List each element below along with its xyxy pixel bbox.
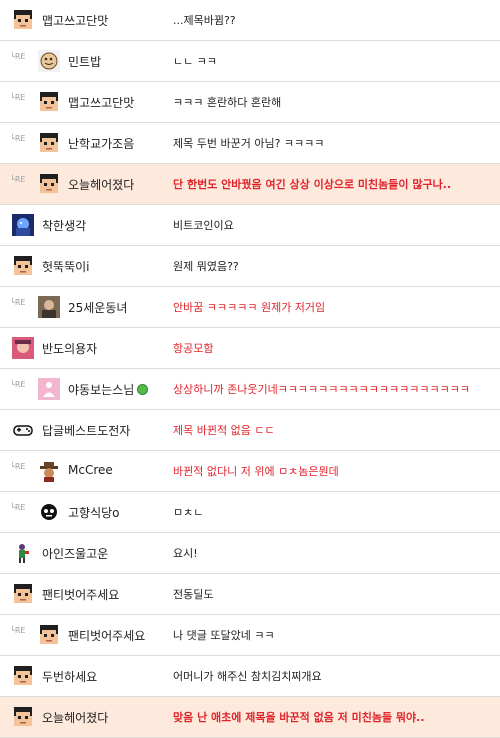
- comment-row: 두번하세요 어머니가 해주신 참치김치찌개요: [0, 656, 500, 697]
- comment-author[interactable]: 맵고쓰고단맛: [42, 12, 108, 29]
- comment-author[interactable]: 야동보는스님: [68, 381, 149, 398]
- reply-arrow-icon: └RE: [10, 52, 26, 61]
- avatar[interactable]: [38, 296, 60, 318]
- avatar[interactable]: [12, 9, 34, 31]
- comment-row: 팬티벗어주세요 전동딜도: [0, 574, 500, 615]
- comment-author[interactable]: 두번하세요: [42, 668, 97, 685]
- comment-text: 나 댓글 또달았네 ㅋㅋ: [173, 629, 275, 642]
- comment-row: └RE 민트밥 ㄴㄴ ㅋㅋ: [0, 41, 500, 82]
- avatar[interactable]: [12, 214, 34, 236]
- comment-author[interactable]: 착한생각: [42, 217, 86, 234]
- comment-author[interactable]: 답글베스트도전자: [42, 422, 130, 439]
- comment-text: 안바꿈 ㅋㅋㅋㅋㅋ 원제가 저거임: [173, 301, 326, 314]
- reply-arrow-icon: └RE: [10, 134, 26, 143]
- comment-text: ㅋㅋㅋ 혼란하다 혼란해: [173, 96, 282, 109]
- comment-author[interactable]: 오늘헤어졌다: [68, 176, 134, 193]
- comment-author[interactable]: 맵고쓰고단맛: [68, 94, 134, 111]
- comment-row: 헛뚝뚝이i 원제 뭐였음??: [0, 246, 500, 287]
- reply-arrow-icon: └RE: [10, 380, 26, 389]
- avatar[interactable]: [12, 255, 34, 277]
- avatar[interactable]: [12, 419, 34, 441]
- comment-row: └RE 팬티벗어주세요 나 댓글 또달았네 ㅋㅋ: [0, 615, 500, 656]
- comment-author[interactable]: 팬티벗어주세요: [68, 627, 145, 644]
- comment-text: 단 한번도 안바꿨음 여긴 상상 이상으로 미친놈들이 많구나..: [173, 178, 452, 191]
- comment-text: 제목 바뀐적 없음 ㄷㄷ: [173, 424, 275, 437]
- comment-text: 전동딜도: [173, 588, 214, 601]
- comment-row: └RE 난학교가조음 제목 두번 바꾼거 아님? ㅋㅋㅋㅋ: [0, 123, 500, 164]
- comment-row: └RE McCree 바뀐적 없다니 저 위에 ㅁㅊ놈은뭔데: [0, 451, 500, 492]
- comment-author[interactable]: 오늘헤어졌다: [42, 709, 108, 726]
- reply-arrow-icon: └RE: [10, 626, 26, 635]
- avatar[interactable]: [12, 337, 34, 359]
- reply-arrow-icon: └RE: [10, 503, 26, 512]
- avatar[interactable]: [12, 665, 34, 687]
- comment-text: ㅁㅊㄴ: [173, 506, 204, 519]
- comment-author[interactable]: 25세운동녀: [68, 299, 127, 316]
- comment-text: 원제 뭐였음??: [173, 260, 239, 273]
- avatar[interactable]: [38, 50, 60, 72]
- comment-row: 맵고쓰고단맛 ...제목바뀜??: [0, 0, 500, 41]
- avatar[interactable]: [38, 460, 60, 482]
- comment-author[interactable]: 민트밥: [68, 53, 101, 70]
- comment-row: └RE 25세운동녀 안바꿈 ㅋㅋㅋㅋㅋ 원제가 저거임: [0, 287, 500, 328]
- comment-author[interactable]: 팬티벗어주세요: [42, 586, 119, 603]
- comment-text: 요시!: [173, 547, 198, 560]
- comment-text: 제목 두번 바꾼거 아님? ㅋㅋㅋㅋ: [173, 137, 325, 150]
- avatar[interactable]: [12, 706, 34, 728]
- comment-text: 바뀐적 없다니 저 위에 ㅁㅊ놈은뭔데: [173, 465, 339, 478]
- comment-text: 상상하니까 존나웃기네ㅋㅋㅋㅋㅋㅋㅋㅋㅋㅋㅋㅋㅋㅋㅋㅋㅋㅋㅋ: [173, 383, 470, 396]
- comment-row: └RE 고향식당o ㅁㅊㄴ: [0, 492, 500, 533]
- comment-row: └RE 맵고쓰고단맛 ㅋㅋㅋ 혼란하다 혼란해: [0, 82, 500, 123]
- comment-author[interactable]: 반도의용자: [42, 340, 97, 357]
- comment-row: 아인즈울고운 요시!: [0, 533, 500, 574]
- avatar[interactable]: [38, 173, 60, 195]
- reply-arrow-icon: └RE: [10, 462, 26, 471]
- comment-row: └RE 야동보는스님 상상하니까 존나웃기네ㅋㅋㅋㅋㅋㅋㅋㅋㅋㅋㅋㅋㅋㅋㅋㅋㅋㅋㅋ: [0, 369, 500, 410]
- comment-row: 답글베스트도전자 제목 바뀐적 없음 ㄷㄷ: [0, 410, 500, 451]
- comment-row: 착한생각 비트코인이요: [0, 205, 500, 246]
- comment-row: 오늘헤어졌다 맞음 난 애초에 제목을 바꾼적 없음 저 미친놈들 뭐야..: [0, 697, 500, 738]
- reply-arrow-icon: └RE: [10, 298, 26, 307]
- online-status-icon: [137, 384, 149, 395]
- avatar[interactable]: [38, 624, 60, 646]
- comment-text: 항공모함: [173, 342, 214, 355]
- comment-text: 어머니가 해주신 참치김치찌개요: [173, 670, 322, 683]
- avatar[interactable]: [38, 132, 60, 154]
- comment-author[interactable]: McCree: [68, 463, 113, 477]
- reply-arrow-icon: └RE: [10, 93, 26, 102]
- avatar[interactable]: [38, 91, 60, 113]
- comment-row: 반도의용자 항공모함: [0, 328, 500, 369]
- comment-list: 맵고쓰고단맛 ...제목바뀜?? └RE 민트밥 ㄴㄴ ㅋㅋ └RE 맵고쓰고단맛 ㅋㅋㅋ 혼…: [0, 0, 500, 738]
- reply-arrow-icon: └RE: [10, 175, 26, 184]
- comment-text: ...제목바뀜??: [173, 14, 236, 27]
- avatar[interactable]: [12, 542, 34, 564]
- comment-text: ㄴㄴ ㅋㅋ: [173, 55, 217, 68]
- avatar[interactable]: [38, 378, 60, 400]
- avatar[interactable]: [12, 583, 34, 605]
- comment-author[interactable]: 고향식당o: [68, 504, 120, 521]
- comment-author[interactable]: 헛뚝뚝이i: [42, 258, 90, 275]
- comment-row: └RE 오늘헤어졌다 단 한번도 안바꿨음 여긴 상상 이상으로 미친놈들이 많구나…: [0, 164, 500, 205]
- comment-text: 비트코인이요: [173, 219, 234, 232]
- comment-author[interactable]: 난학교가조음: [68, 135, 134, 152]
- comment-author[interactable]: 아인즈울고운: [42, 545, 108, 562]
- avatar[interactable]: [38, 501, 60, 523]
- comment-text: 맞음 난 애초에 제목을 바꾼적 없음 저 미친놈들 뭐야..: [173, 711, 425, 724]
